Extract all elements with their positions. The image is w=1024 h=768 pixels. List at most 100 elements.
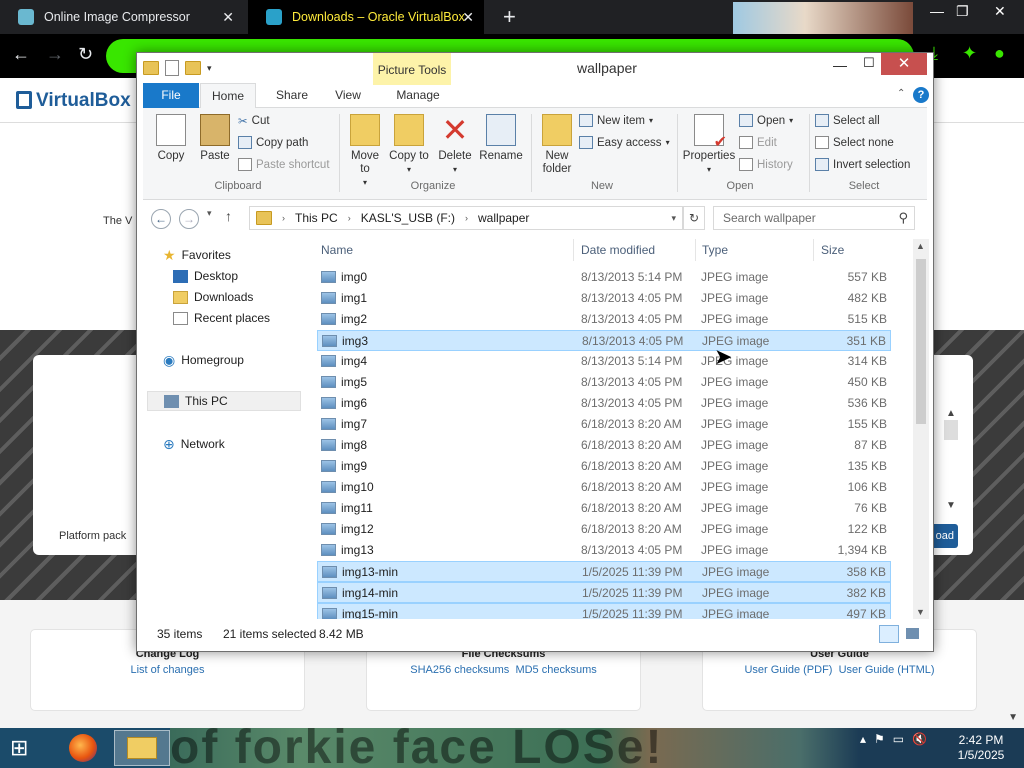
refresh-icon[interactable]: ↻ — [683, 206, 705, 230]
user-guide-pdf-link[interactable]: User Guide (PDF) — [744, 664, 832, 676]
file-row[interactable]: img2 8/13/2013 4:05 PM JPEG image 515 KB — [317, 309, 891, 330]
volume-muted-icon[interactable]: 🔇 — [912, 732, 927, 746]
breadcrumb-drive[interactable]: KASL'S_USB (F:) — [361, 211, 455, 225]
tab-online-image-compressor[interactable]: Online Image Compressor ✕ — [0, 0, 244, 34]
delete-button[interactable]: ✕ Delete ▾ — [435, 114, 475, 176]
large-icons-view-icon[interactable] — [903, 625, 923, 643]
file-row[interactable]: img15-min 1/5/2025 11:39 PM JPEG image 497 … — [317, 603, 891, 619]
column-header-size[interactable]: Size — [821, 243, 844, 257]
select-all-button[interactable]: Select all — [815, 114, 880, 127]
copy-button[interactable]: Copy — [151, 114, 191, 163]
reload-icon[interactable]: ↻ — [78, 44, 93, 65]
file-row[interactable]: img7 6/18/2013 8:20 AM JPEG image 155 KB — [317, 414, 891, 435]
nav-this-pc[interactable]: This PC — [147, 391, 301, 411]
browser-minimize-button[interactable]: — — [930, 3, 944, 19]
breadcrumb-wallpaper[interactable]: wallpaper — [478, 211, 529, 225]
card-scrollbar[interactable]: ▲ ▼ — [940, 408, 962, 518]
select-none-button[interactable]: Select none — [815, 136, 894, 149]
page-scroll-down-icon[interactable]: ▼ — [1008, 712, 1018, 723]
network-tray-icon[interactable]: ▭ — [893, 732, 904, 746]
nav-favorites[interactable]: ★ Favorites — [163, 245, 231, 265]
search-input[interactable]: Search wallpaper ⚲ — [713, 206, 915, 230]
forward-arrow-icon[interactable]: → — [46, 44, 64, 65]
column-divider[interactable] — [813, 239, 814, 261]
column-header-date[interactable]: Date modified — [581, 243, 655, 257]
tab-share[interactable]: Share — [263, 83, 321, 108]
details-view-icon[interactable] — [879, 625, 899, 643]
edit-button[interactable]: Edit — [739, 136, 777, 149]
tab-virtualbox-downloads[interactable]: Downloads – Oracle VirtualBox ✕ — [248, 0, 484, 34]
taskbar-firefox[interactable] — [58, 730, 108, 766]
virtualbox-logo[interactable]: VirtualBox — [16, 90, 131, 112]
help-icon[interactable]: ? — [913, 87, 929, 103]
collapse-ribbon-icon[interactable]: ⌃ — [897, 88, 905, 99]
nav-recent-places[interactable]: Recent places — [173, 308, 270, 328]
nav-downloads[interactable]: Downloads — [173, 287, 253, 307]
move-to-button[interactable]: Move to ▾ — [345, 114, 385, 189]
address-dropdown-icon[interactable]: ▾ — [671, 213, 676, 224]
scroll-down-icon[interactable]: ▼ — [916, 607, 925, 617]
user-guide-html-link[interactable]: User Guide (HTML) — [839, 664, 935, 676]
clock[interactable]: 2:42 PM 1/5/2025 — [946, 733, 1016, 763]
easy-access-button[interactable]: Easy access ▾ — [579, 136, 670, 149]
tab-file[interactable]: File — [143, 83, 199, 108]
file-row[interactable]: img5 8/13/2013 4:05 PM JPEG image 450 KB — [317, 372, 891, 393]
windows-start-icon[interactable]: ⊞ — [10, 737, 28, 759]
file-row[interactable]: img8 6/18/2013 8:20 AM JPEG image 87 KB — [317, 435, 891, 456]
properties-quick-icon[interactable] — [165, 60, 179, 76]
show-hidden-icons-icon[interactable]: ▴ — [860, 732, 866, 746]
up-arrow-icon[interactable]: ↑ — [225, 208, 232, 224]
cut-button[interactable]: ✂ Cut — [238, 114, 270, 128]
file-row[interactable]: img13 8/13/2013 4:05 PM JPEG image 1,394 KB — [317, 540, 891, 561]
nav-homegroup[interactable]: ◉ Homegroup — [163, 350, 244, 370]
file-row[interactable]: img11 6/18/2013 8:20 AM JPEG image 76 KB — [317, 498, 891, 519]
history-button[interactable]: History — [739, 158, 793, 171]
file-row[interactable]: img3 8/13/2013 4:05 PM JPEG image 351 KB — [317, 330, 891, 351]
new-tab-button[interactable]: + — [503, 4, 516, 30]
file-row[interactable]: img4 8/13/2013 5:14 PM JPEG image 314 KB — [317, 351, 891, 372]
column-divider[interactable] — [695, 239, 696, 261]
taskbar-file-explorer[interactable] — [114, 730, 170, 766]
copy-path-button[interactable]: Copy path — [238, 136, 308, 149]
column-divider[interactable] — [573, 239, 574, 261]
close-tab-icon[interactable]: ✕ — [462, 9, 474, 26]
tab-view[interactable]: View — [323, 83, 373, 108]
download-button[interactable]: oad — [930, 524, 958, 548]
address-bar[interactable]: › This PC › KASL'S_USB (F:) › wallpaper … — [249, 206, 683, 230]
list-of-changes-link[interactable]: List of changes — [31, 664, 304, 676]
rename-button[interactable]: Rename — [479, 114, 523, 163]
invert-selection-button[interactable]: Invert selection — [815, 158, 910, 171]
customize-qat-icon[interactable]: ▾ — [207, 63, 212, 74]
copy-to-button[interactable]: Copy to ▾ — [389, 114, 429, 176]
file-row[interactable]: img0 8/13/2013 5:14 PM JPEG image 557 KB — [317, 267, 891, 288]
open-button[interactable]: Open ▾ — [739, 114, 793, 127]
tab-home[interactable]: Home — [200, 83, 256, 109]
file-row[interactable]: img1 8/13/2013 4:05 PM JPEG image 482 KB — [317, 288, 891, 309]
extensions-icon[interactable]: ✦ — [962, 43, 977, 64]
file-row[interactable]: img13-min 1/5/2025 11:39 PM JPEG image 358 … — [317, 561, 891, 582]
column-header-name[interactable]: Name — [321, 243, 353, 257]
close-button[interactable]: ✕ — [881, 53, 927, 75]
breadcrumb-this-pc[interactable]: This PC — [295, 211, 338, 225]
scroll-up-icon[interactable]: ▲ — [916, 241, 925, 251]
nav-network[interactable]: ⊕ Network — [163, 434, 225, 454]
file-row[interactable]: img6 8/13/2013 4:05 PM JPEG image 536 KB — [317, 393, 891, 414]
forward-icon[interactable]: → — [179, 209, 199, 229]
md5-link[interactable]: MD5 checksums — [515, 664, 596, 676]
file-row[interactable]: img10 6/18/2013 8:20 AM JPEG image 106 KB — [317, 477, 891, 498]
properties-button[interactable]: Properties▾ — [681, 114, 737, 176]
paste-button[interactable]: Paste — [195, 114, 235, 163]
scroll-thumb[interactable] — [916, 259, 926, 424]
back-arrow-icon[interactable]: ← — [12, 44, 30, 65]
column-header-type[interactable]: Type — [702, 243, 728, 257]
nav-desktop[interactable]: Desktop — [173, 266, 238, 286]
new-folder-button[interactable]: New folder — [537, 114, 577, 176]
new-folder-quick-icon[interactable] — [185, 61, 201, 75]
account-icon[interactable]: ● — [994, 43, 1005, 64]
back-icon[interactable]: ← — [151, 209, 171, 229]
browser-close-button[interactable]: ✕ — [994, 3, 1006, 20]
sha256-link[interactable]: SHA256 checksums — [410, 664, 509, 676]
minimize-button[interactable]: — — [833, 57, 847, 73]
file-row[interactable]: img12 6/18/2013 8:20 AM JPEG image 122 KB — [317, 519, 891, 540]
recent-locations-icon[interactable]: ▾ — [207, 208, 212, 219]
